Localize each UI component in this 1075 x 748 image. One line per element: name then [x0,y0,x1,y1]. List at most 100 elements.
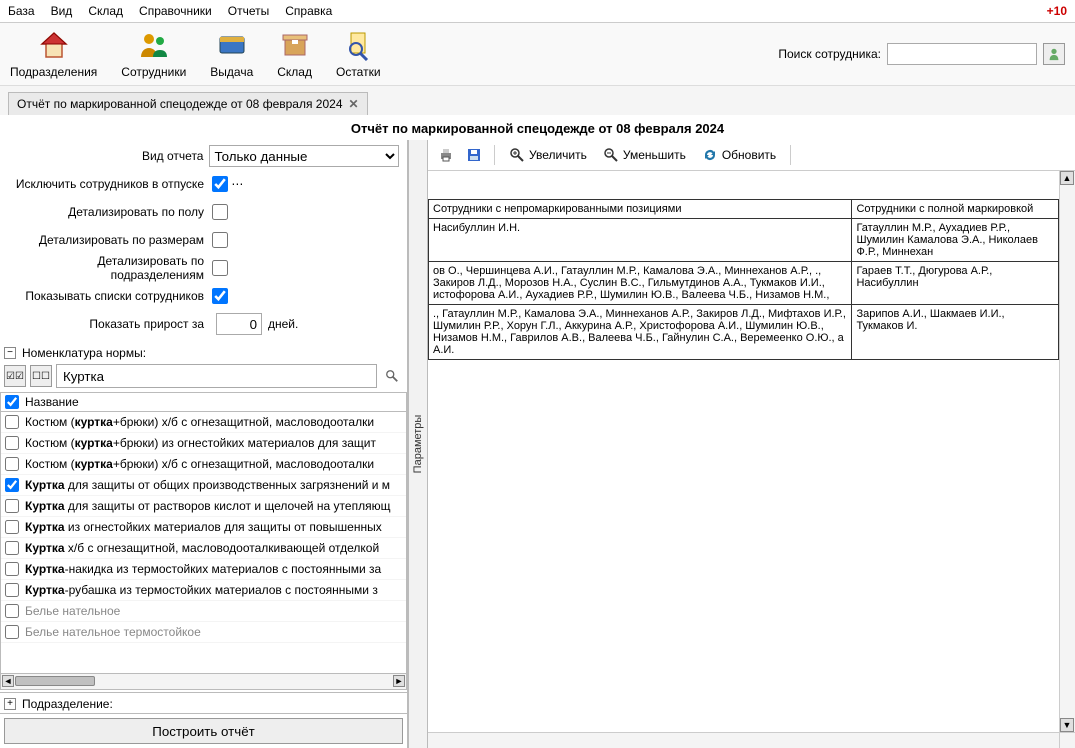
page-title: Отчёт по маркированной спецодежде от 08 … [0,115,1075,140]
print-button[interactable] [434,144,458,166]
preview-vscroll[interactable]: ▲ ▼ [1059,171,1075,748]
chk-sex[interactable] [212,204,228,220]
col-marked: Сотрудники с полной маркировкой [852,200,1059,219]
chk-vacation[interactable] [212,176,228,192]
magnifier-icon [385,369,399,383]
btn-departments-label: Подразделения [10,65,97,79]
chk-size[interactable] [212,232,228,248]
btn-departments[interactable]: Подразделения [10,29,97,79]
list-item-check[interactable] [5,436,19,450]
menu-refs[interactable]: Справочники [139,4,212,18]
zoom-out-icon [603,147,619,163]
deselect-all-btn[interactable]: ☐☐ [30,365,52,387]
list-item-check[interactable] [5,541,19,555]
list-item-check[interactable] [5,499,19,513]
list-item[interactable]: Куртка-рубашка из термостойких материало… [1,580,406,601]
growth-input[interactable] [216,313,262,335]
people-icon [138,29,170,61]
list-item-check[interactable] [5,457,19,471]
floppy-icon [466,147,482,163]
list-item-check[interactable] [5,478,19,492]
table-cell: Гараев Т.Т., Дюгурова А.Р., Насибуллин [852,262,1059,305]
person-icon [1047,47,1061,61]
table-cell: Насибуллин И.Н. [429,219,852,262]
report-type-select[interactable]: Только данные [209,145,399,167]
refresh-icon [702,147,718,163]
nom-list-header: Название [0,392,407,412]
splitter[interactable]: Параметры [408,140,428,748]
nom-header-label: Номенклатура нормы: [22,346,146,360]
list-item[interactable]: Куртка для защиты от общих производствен… [1,475,406,496]
tab-report-title: Отчёт по маркированной спецодежде от 08 … [17,97,343,111]
nom-filter-search[interactable] [381,365,403,387]
list-item-label: Куртка х/б с огнезащитной, масловодоотал… [25,541,379,555]
list-item[interactable]: Куртка х/б с огнезащитной, масловодоотал… [1,538,406,559]
build-report-button[interactable]: Построить отчёт [4,718,403,744]
zoom-in-icon [509,147,525,163]
col-unmarked: Сотрудники с непромаркированными позиция… [429,200,852,219]
chk-vacation-label: Исключить сотрудников в отпуске [8,177,210,191]
nom-filter-input[interactable] [56,364,377,388]
nom-collapse[interactable]: − [4,347,16,359]
list-item[interactable]: Костюм (куртка+брюки) х/б с огнезащитной… [1,412,406,433]
employee-search-input[interactable] [887,43,1037,65]
list-item-check[interactable] [5,415,19,429]
btn-employees[interactable]: Сотрудники [121,29,186,79]
list-item-check[interactable] [5,625,19,639]
nom-name-col: Название [25,395,79,409]
chk-lists-label: Показывать списки сотрудников [8,289,210,303]
tab-report[interactable]: Отчёт по маркированной спецодежде от 08 … [8,92,368,115]
btn-warehouse[interactable]: Склад [277,29,312,79]
select-all-btn[interactable]: ☑☑ [4,365,26,387]
list-item[interactable]: Белье нательное термостойкое [1,622,406,643]
chk-dept[interactable] [212,260,228,276]
hscroll-right[interactable]: ► [393,675,405,687]
chk-vacation-more[interactable]: ⋯ [228,177,243,191]
hscroll-left[interactable]: ◄ [2,675,14,687]
hscroll-thumb[interactable] [15,676,95,686]
tabstrip: Отчёт по маркированной спецодежде от 08 … [0,86,1075,115]
chk-sex-label: Детализировать по полу [8,205,210,219]
refresh-button[interactable]: Обновить [696,145,782,165]
list-item-check[interactable] [5,562,19,576]
menu-help[interactable]: Справка [285,4,332,18]
menu-base[interactable]: База [8,4,35,18]
btn-issue-label: Выдача [210,65,253,79]
zoom-in-button[interactable]: Увеличить [503,145,593,165]
list-item-label: Куртка-рубашка из термостойких материало… [25,583,378,597]
employee-search-go[interactable] [1043,43,1065,65]
list-item[interactable]: Костюм (куртка+брюки) из огнестойких мат… [1,433,406,454]
nom-header-check[interactable] [5,395,19,409]
save-button[interactable] [462,144,486,166]
list-item-check[interactable] [5,520,19,534]
splitter-label: Параметры [412,415,424,474]
dept-header-label: Подразделение: [22,697,113,711]
list-item-label: Костюм (куртка+брюки) из огнестойких мат… [25,436,376,450]
employee-search: Поиск сотрудника: [778,43,1065,65]
list-item-check[interactable] [5,604,19,618]
zoom-in-label: Увеличить [529,148,587,162]
dept-expand[interactable]: + [4,698,16,710]
tab-close[interactable]: ✕ [349,97,359,111]
list-item-check[interactable] [5,583,19,597]
dept-section-header: + Подразделение: [0,692,407,713]
nom-list[interactable]: Костюм (куртка+брюки) х/б с огнезащитной… [0,412,407,674]
nom-hscroll[interactable]: ◄ ► [0,674,407,690]
btn-remains[interactable]: Остатки [336,29,381,79]
list-item[interactable]: Белье нательное [1,601,406,622]
chk-lists[interactable] [212,288,228,304]
list-item[interactable]: Куртка из огнестойких материалов для защ… [1,517,406,538]
list-item[interactable]: Куртка-накидка из термостойких материало… [1,559,406,580]
list-item[interactable]: Куртка для защиты от растворов кислот и … [1,496,406,517]
table-cell: Гатауллин М.Р., Аухадиев Р.Р., Шумилин К… [852,219,1059,262]
vscroll-up[interactable]: ▲ [1060,171,1074,185]
menu-view[interactable]: Вид [51,4,73,18]
plus-counter: +10 [1047,4,1067,18]
zoom-out-button[interactable]: Уменьшить [597,145,692,165]
vscroll-down[interactable]: ▼ [1060,718,1074,732]
btn-issue[interactable]: Выдача [210,29,253,79]
menu-reports[interactable]: Отчеты [228,4,269,18]
list-item[interactable]: Костюм (куртка+брюки) х/б с огнезащитной… [1,454,406,475]
menu-stock[interactable]: Склад [88,4,123,18]
nom-section-header: − Номенклатура нормы: [0,344,407,362]
